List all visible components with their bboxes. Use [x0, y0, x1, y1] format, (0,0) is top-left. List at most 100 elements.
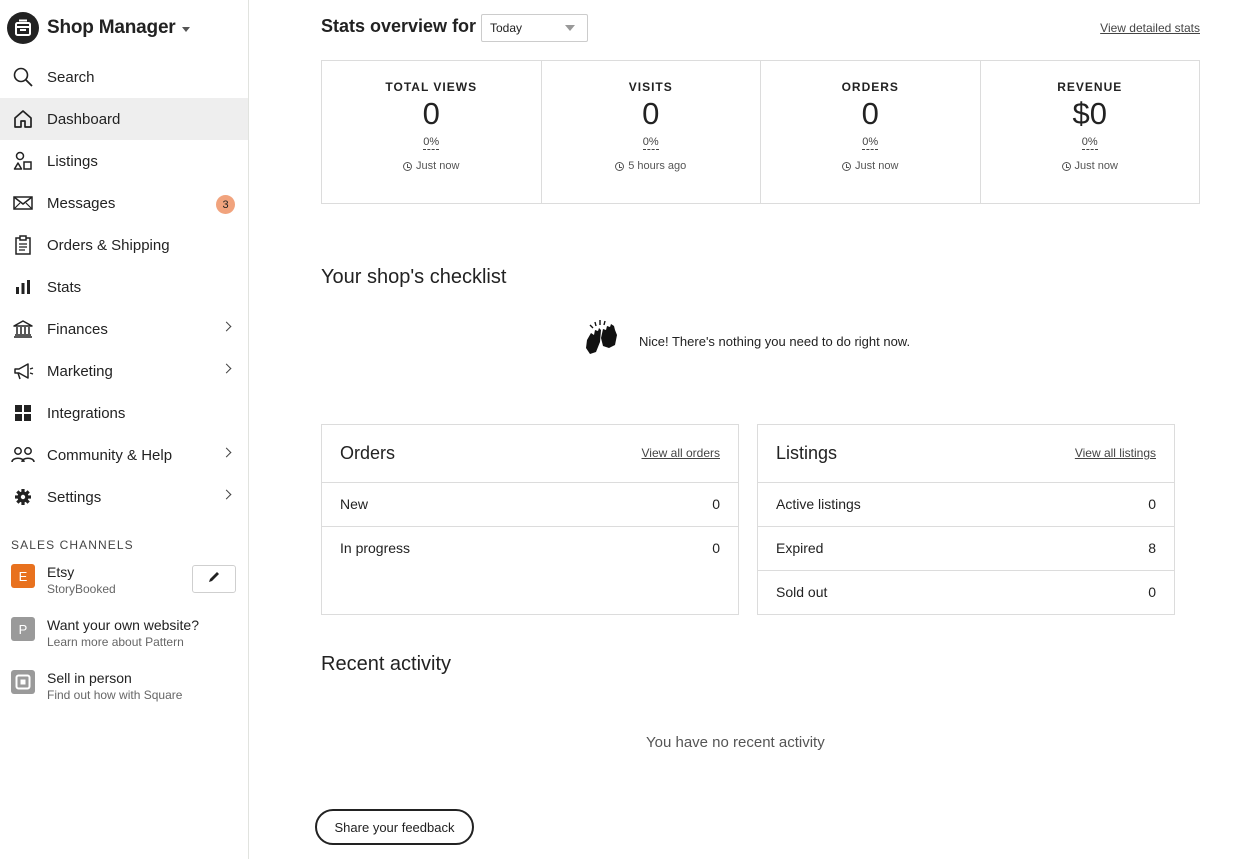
view-detailed-stats-link[interactable]: View detailed stats — [1100, 21, 1200, 35]
stat-total-views[interactable]: TOTAL VIEWS 0 0% Just now — [322, 61, 542, 203]
sidebar-item-label: Dashboard — [47, 110, 121, 128]
sidebar-item-integrations[interactable]: Integrations — [0, 392, 248, 434]
sidebar-item-stats[interactable]: Stats — [0, 266, 248, 308]
sidebar-item-search[interactable]: Search — [0, 56, 248, 98]
sidebar-item-community-help[interactable]: Community & Help — [0, 434, 248, 476]
sales-channel-pattern[interactable]: P Want your own website? Learn more abou… — [11, 617, 199, 651]
clock-icon — [1061, 161, 1071, 171]
stat-label: VISITS — [628, 80, 673, 94]
stat-label: REVENUE — [1057, 80, 1123, 94]
row-value: 0 — [712, 540, 720, 556]
sidebar-item-dashboard[interactable]: Dashboard — [0, 98, 248, 140]
grid-icon — [11, 401, 35, 425]
table-row[interactable]: Sold out 0 — [758, 571, 1174, 615]
square-icon — [11, 670, 35, 694]
stat-change[interactable]: 0% — [862, 136, 879, 150]
stat-value: $0 — [1072, 96, 1107, 131]
row-value: 0 — [712, 496, 720, 512]
stat-value: 0 — [422, 96, 440, 131]
stat-updated: Just now — [403, 160, 459, 172]
clipboard-icon — [11, 233, 35, 257]
sidebar-item-label: Community & Help — [47, 446, 173, 464]
stat-orders[interactable]: ORDERS 0 0% Just now — [761, 61, 981, 203]
sidebar-item-label: Stats — [47, 278, 82, 296]
listings-panel: Listings View all listings Active listin… — [757, 424, 1175, 615]
chevron-right-icon — [221, 363, 232, 374]
stat-value: 0 — [642, 96, 660, 131]
bank-icon — [11, 317, 35, 341]
clock-icon — [842, 161, 852, 171]
table-row[interactable]: Active listings 0 — [758, 483, 1174, 527]
shop-manager-logo-icon — [7, 12, 39, 44]
channel-subtitle: StoryBooked — [47, 582, 116, 596]
channel-title: Etsy — [47, 564, 75, 580]
share-feedback-button[interactable]: Share your feedback — [315, 809, 474, 845]
row-value: 0 — [1148, 584, 1156, 600]
stat-value: 0 — [861, 96, 879, 131]
table-row[interactable]: In progress 0 — [322, 527, 738, 571]
table-row[interactable]: New 0 — [322, 483, 738, 527]
sidebar-item-label: Finances — [47, 320, 108, 338]
period-select-value: Today — [490, 21, 523, 35]
chevron-right-icon — [221, 321, 232, 332]
envelope-icon — [11, 191, 35, 215]
stat-label: TOTAL VIEWS — [385, 80, 478, 94]
checklist-title: Your shop's checklist — [321, 266, 507, 288]
stat-revenue[interactable]: REVENUE $0 0% Just now — [981, 61, 1200, 203]
bar-chart-icon — [11, 275, 35, 299]
sidebar-item-label: Listings — [47, 152, 98, 170]
channel-subtitle: Find out how with Square — [47, 688, 183, 702]
stat-time-text: 5 hours ago — [628, 160, 687, 172]
row-value: 0 — [1148, 496, 1156, 512]
sidebar-item-listings[interactable]: Listings — [0, 140, 248, 182]
etsy-icon: E — [11, 564, 35, 588]
checklist-message: Nice! There's nothing you need to do rig… — [581, 318, 910, 365]
stat-time-text: Just now — [855, 160, 899, 172]
sidebar-nav: Search Dashboard Listings Messages 3 Ord… — [0, 56, 248, 518]
sidebar-item-label: Marketing — [47, 362, 113, 380]
unread-count-badge: 3 — [216, 195, 235, 214]
shop-manager-title: Shop Manager — [47, 17, 176, 38]
stat-change[interactable]: 0% — [1081, 136, 1098, 150]
view-all-orders-link[interactable]: View all orders — [642, 446, 720, 460]
view-all-listings-link[interactable]: View all listings — [1075, 446, 1156, 460]
sidebar-item-label: Orders & Shipping — [47, 236, 170, 254]
sidebar-item-settings[interactable]: Settings — [0, 476, 248, 518]
sidebar-item-label: Search — [47, 68, 95, 86]
sales-channel-square[interactable]: Sell in person Find out how with Square — [11, 670, 182, 704]
row-label: Active listings — [776, 496, 861, 512]
stat-time-text: Just now — [1074, 160, 1118, 172]
table-row[interactable]: Expired 8 — [758, 527, 1174, 571]
stats-overview: TOTAL VIEWS 0 0% Just now VISITS 0 0% 5 … — [321, 60, 1200, 204]
main-content: Stats overview for Today View detailed s… — [249, 0, 1238, 859]
stat-updated: Just now — [1061, 160, 1118, 172]
pattern-icon: P — [11, 617, 35, 641]
row-label: New — [340, 496, 369, 512]
sidebar-item-marketing[interactable]: Marketing — [0, 350, 248, 392]
stat-change[interactable]: 0% — [423, 136, 440, 150]
stat-change[interactable]: 0% — [642, 136, 659, 150]
pencil-icon — [207, 570, 221, 589]
row-label: Expired — [776, 540, 824, 556]
period-select[interactable]: Today — [481, 14, 588, 42]
sidebar-item-orders-shipping[interactable]: Orders & Shipping — [0, 224, 248, 266]
recent-activity-empty: You have no recent activity — [646, 734, 825, 751]
shop-manager-menu[interactable]: Shop Manager — [7, 12, 190, 44]
sidebar: Shop Manager Search Dashboard Listings M… — [0, 0, 249, 859]
stat-visits[interactable]: VISITS 0 0% 5 hours ago — [542, 61, 761, 203]
row-label: Sold out — [776, 584, 828, 600]
gear-icon — [11, 485, 35, 509]
channel-title: Sell in person — [47, 670, 132, 686]
clock-icon — [403, 161, 413, 171]
megaphone-icon — [11, 359, 35, 383]
sidebar-item-messages[interactable]: Messages 3 — [0, 182, 248, 224]
sales-channel-etsy[interactable]: E Etsy StoryBooked — [11, 564, 116, 598]
stat-updated: Just now — [842, 160, 898, 172]
sidebar-item-finances[interactable]: Finances — [0, 308, 248, 350]
caret-down-icon — [565, 25, 575, 31]
row-value: 8 — [1148, 540, 1156, 556]
edit-channel-button[interactable] — [192, 565, 236, 593]
sidebar-item-label: Messages — [47, 194, 116, 212]
caret-down-icon — [181, 26, 190, 32]
listings-panel-title: Listings — [776, 443, 838, 463]
